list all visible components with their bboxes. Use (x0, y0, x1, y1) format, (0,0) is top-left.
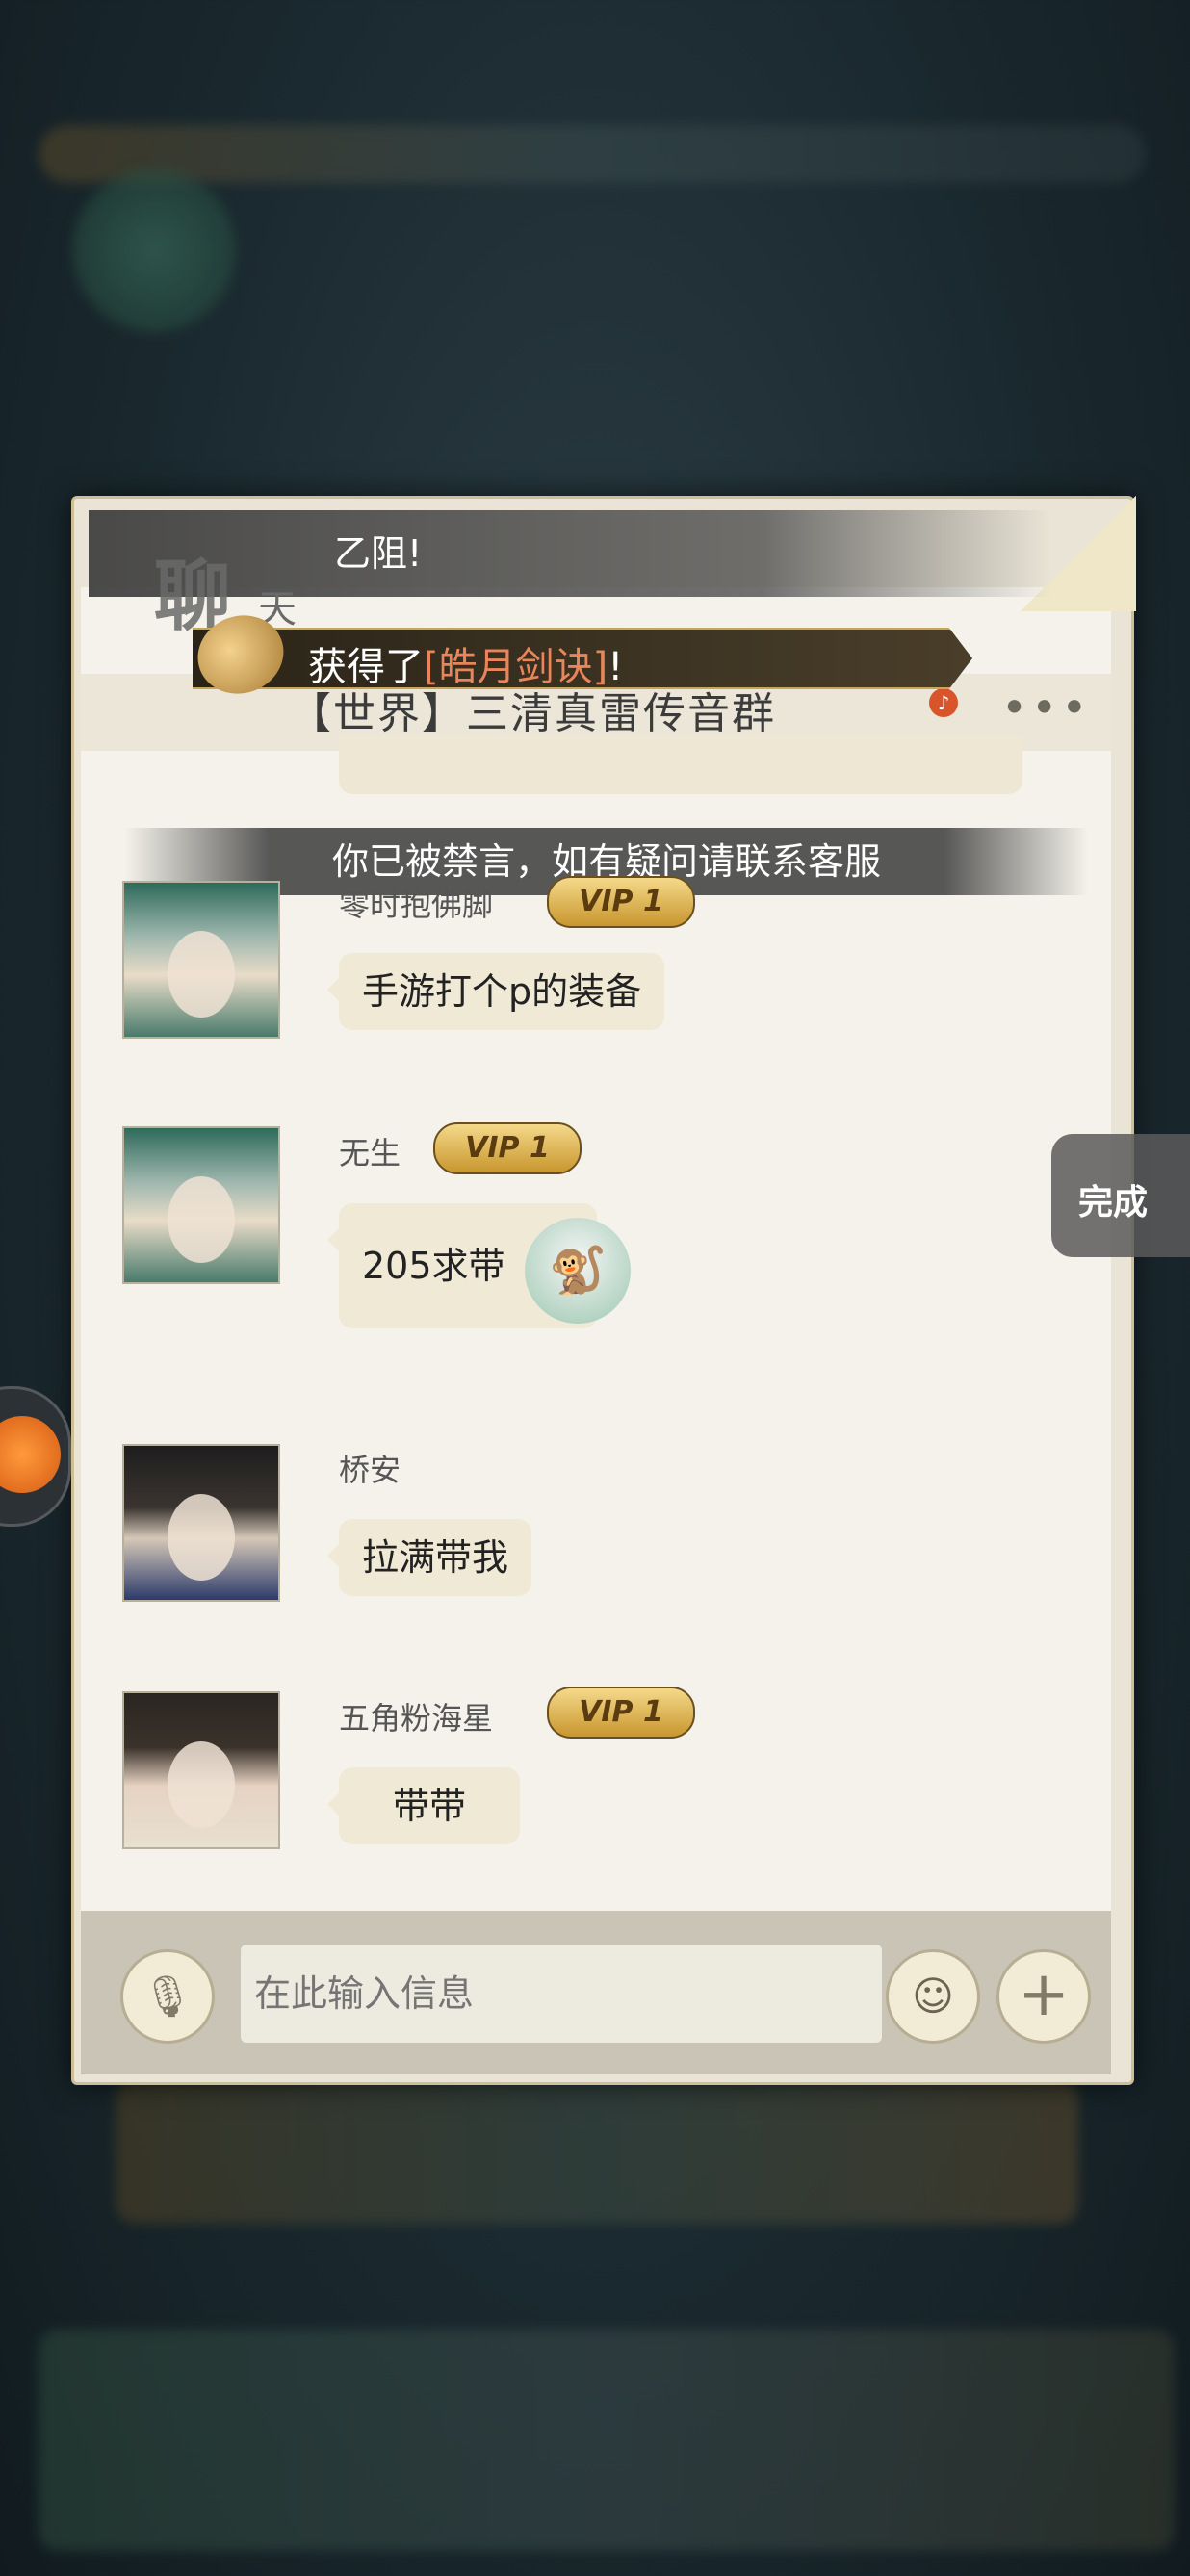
sender-name: 无生 (339, 1135, 401, 1172)
assistant-icon (0, 1416, 61, 1493)
sender-name: 桥安 (339, 1452, 401, 1488)
system-message-text: 乙阻! (334, 532, 423, 575)
message-text: 205求带 (362, 1245, 505, 1287)
avatar[interactable] (122, 1691, 280, 1849)
avatar[interactable] (122, 881, 280, 1039)
mute-icon: ♪ (929, 688, 958, 717)
plus-icon[interactable]: + (996, 1949, 1091, 2044)
background-avatar-orb (72, 168, 236, 332)
message-bubble[interactable]: 拉满带我 (326, 1519, 532, 1596)
previous-message-bubble (339, 736, 1022, 794)
system-message-bar: 乙阻! (89, 510, 1051, 597)
avatar[interactable] (122, 1126, 280, 1284)
done-button[interactable]: 完成 (1051, 1134, 1190, 1257)
announcement-item: [皓月剑诀] (424, 645, 608, 689)
vip-badge: VIP 1 (433, 1122, 582, 1174)
announcement-text: 获得了[皓月剑诀]! (308, 645, 624, 689)
announcement-banner: 获得了[皓月剑诀]! (193, 628, 972, 689)
background-menu-bottom (39, 2330, 1175, 2551)
more-options-icon[interactable]: ••• (1001, 682, 1091, 734)
message-bubble[interactable]: 带带 (327, 1767, 520, 1844)
vip-badge: VIP 1 (547, 876, 695, 928)
emoji-icon[interactable]: ☺ (886, 1949, 980, 2044)
floating-assistant-button[interactable] (0, 1386, 71, 1527)
background-hud-bottom (116, 2079, 1078, 2224)
sender-name: 五角粉海星 (339, 1700, 494, 1737)
message-bubble[interactable]: 手游打个p的装备 (326, 953, 665, 1030)
mic-icon[interactable]: 🎙 (120, 1949, 215, 2044)
sender-name: 零时抱佛脚 (339, 887, 494, 923)
vip-badge: VIP 1 (547, 1687, 695, 1739)
background-hud-top (39, 125, 1146, 183)
message-input[interactable] (241, 1945, 882, 2043)
avatar[interactable] (122, 1444, 280, 1602)
monkey-sticker-icon: 🐒 (525, 1218, 631, 1324)
